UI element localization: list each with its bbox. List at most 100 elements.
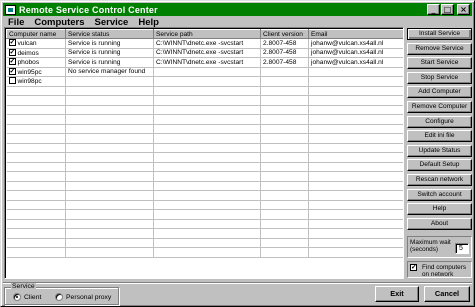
max-wait-input[interactable]: 5 [455, 243, 469, 254]
empty-cell [153, 181, 261, 191]
start-service-button[interactable]: Start Service [407, 57, 472, 70]
row-select-checkbox[interactable] [8, 39, 16, 47]
table-cell-email: johanw@vulcan.xs4all.nl [308, 57, 403, 68]
empty-cell [260, 209, 309, 220]
menu-service[interactable]: Service [90, 17, 134, 28]
radio-client[interactable]: Client [13, 293, 41, 301]
find-computers-checkbox[interactable] [410, 264, 417, 271]
cancel-button[interactable]: Cancel [424, 286, 470, 302]
remove-computer-button[interactable]: Remove Computer [407, 101, 472, 113]
empty-cell [65, 171, 154, 182]
table-cell-name: win95pc [6, 67, 66, 77]
empty-row [6, 200, 403, 210]
empty-cell [308, 133, 403, 144]
table-row[interactable]: phobos Service is runningC:\WINNT\dnetc.e… [6, 57, 403, 68]
radio-personal-proxy[interactable]: Personal proxy [55, 293, 111, 301]
title-bar[interactable]: Remote Service Control Center _ □ × [3, 3, 472, 16]
empty-cell [260, 219, 309, 229]
update-status-button[interactable]: Update Status [407, 144, 472, 157]
exit-button[interactable]: Exit [375, 286, 419, 302]
install-service-button[interactable]: Install Service [407, 28, 472, 40]
row-select-checkbox[interactable] [8, 48, 16, 56]
row-select-checkbox[interactable] [8, 77, 16, 85]
remove-service-button[interactable]: Remove Service [407, 42, 472, 55]
computer-name-text: phobos [17, 59, 40, 67]
menu-computers[interactable]: Computers [29, 17, 89, 28]
table-cell-version: 2.8007-458 [260, 38, 309, 49]
default-setup-button[interactable]: Default Setup [407, 159, 472, 172]
row-select-checkbox[interactable] [8, 58, 16, 66]
find-computers-label: Find computers on network [422, 264, 467, 278]
minimize-button[interactable]: _ [427, 4, 440, 15]
empty-cell [6, 105, 66, 115]
empty-cell [260, 105, 309, 115]
table-row[interactable]: win98pc [6, 76, 403, 87]
empty-cell [260, 143, 309, 153]
table-row[interactable]: vulcan Service is runningC:\WINNT\dnetc.e… [6, 38, 403, 49]
close-button[interactable]: × [457, 4, 470, 15]
menu-help[interactable]: Help [133, 17, 164, 28]
edit-ini-file-button[interactable]: Edit ini file [407, 130, 472, 143]
table-cell-path [153, 67, 261, 77]
find-computers-group: Find computers on network [407, 261, 472, 278]
table-cell-name: win98pc [6, 76, 66, 87]
empty-cell [65, 152, 154, 163]
empty-cell [308, 124, 403, 134]
empty-cell [153, 219, 261, 229]
service-mode-group: Service Client Personal proxy [4, 283, 119, 305]
add-computer-button[interactable]: Add Computer [407, 86, 472, 99]
empty-cell [308, 209, 403, 220]
empty-row [6, 247, 403, 258]
empty-cell [153, 143, 261, 153]
column-header-service-status[interactable]: Service status [65, 29, 154, 39]
max-wait-group: Maximum wait (seconds) 5 [407, 236, 472, 258]
table-cell-path [153, 76, 261, 87]
column-header-computer-name[interactable]: Computer name [6, 29, 66, 39]
menu-file[interactable]: File [3, 17, 29, 28]
empty-cell [153, 238, 261, 248]
empty-cell [260, 238, 309, 248]
column-header-service-path[interactable]: Service path [153, 29, 261, 39]
empty-cell [260, 181, 309, 191]
empty-row [6, 114, 403, 125]
table-row[interactable]: deimos Service is runningC:\WINNT\dnetc.e… [6, 48, 403, 58]
about-button[interactable]: About [407, 217, 472, 230]
empty-cell [308, 190, 403, 201]
table-row[interactable]: win95pc No service manager found [6, 67, 403, 77]
empty-cell [153, 86, 261, 96]
empty-row [6, 133, 403, 144]
empty-cell [153, 209, 261, 220]
radio-personal-proxy-label: Personal proxy [66, 293, 112, 301]
maximize-button[interactable]: □ [441, 4, 454, 15]
column-header-email[interactable]: Email [308, 29, 403, 39]
rescan-network-button[interactable]: Rescan network [407, 174, 472, 186]
empty-cell [65, 124, 154, 134]
max-wait-label: Maximum wait (seconds) [410, 239, 451, 253]
empty-cell [260, 171, 309, 182]
radio-personal-proxy-dot[interactable] [55, 293, 63, 301]
empty-cell [6, 190, 66, 201]
empty-cell [65, 143, 154, 153]
radio-client-dot[interactable] [13, 293, 21, 301]
empty-cell [65, 209, 154, 220]
empty-cell [260, 133, 309, 144]
help-button[interactable]: Help [407, 203, 472, 216]
computer-list[interactable]: Computer name Service status Service pat… [4, 27, 404, 279]
table-cell-email: johanw@vulcan.xs4all.nl [308, 48, 403, 58]
column-header-client-version[interactable]: Client version [260, 29, 309, 39]
empty-cell [308, 162, 403, 172]
switch-account-button[interactable]: Switch account [407, 188, 472, 201]
row-select-checkbox[interactable] [8, 67, 16, 75]
empty-cell [65, 200, 154, 210]
empty-cell [6, 209, 66, 220]
configure-button[interactable]: Configure [407, 115, 472, 128]
table-cell-status [65, 76, 154, 87]
empty-row [6, 162, 403, 172]
empty-cell [6, 238, 66, 248]
empty-cell [65, 162, 154, 172]
computer-table: Computer name Service status Service pat… [6, 29, 403, 258]
empty-row [6, 143, 403, 153]
table-cell-email [308, 67, 403, 77]
empty-row [6, 105, 403, 115]
stop-service-button[interactable]: Stop Service [407, 71, 472, 84]
